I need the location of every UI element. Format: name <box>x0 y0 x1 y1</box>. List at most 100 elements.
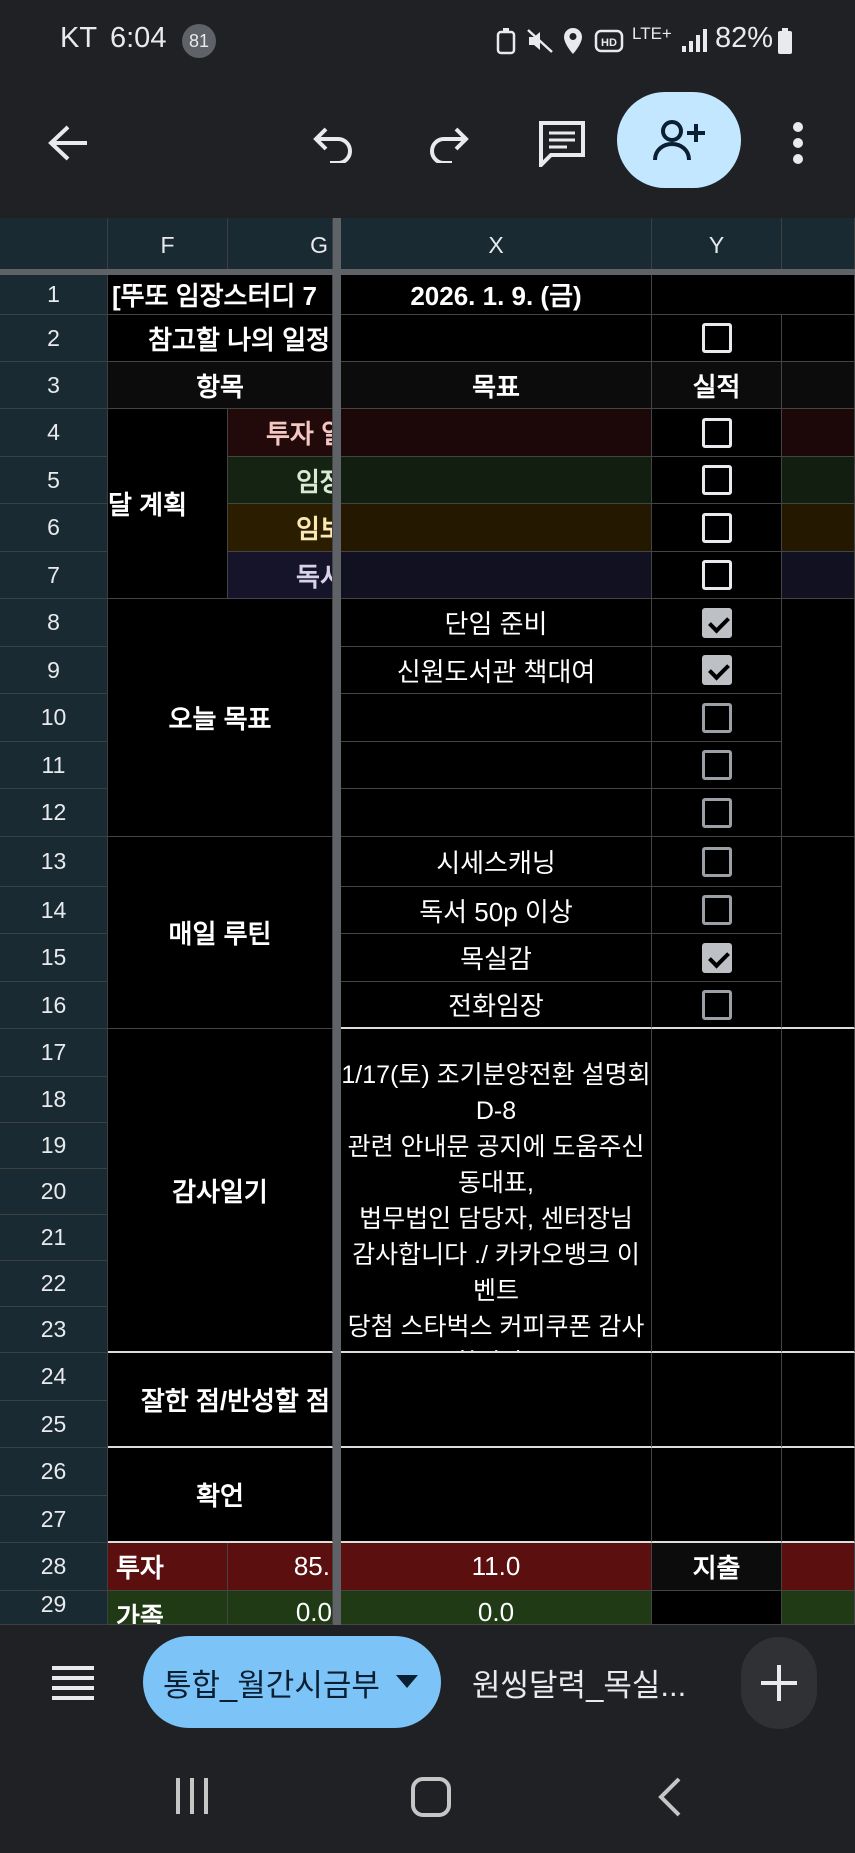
invest-label[interactable]: 투자 <box>108 1543 228 1591</box>
cell[interactable] <box>341 409 652 457</box>
cell[interactable] <box>782 599 855 837</box>
plan-imjang-label[interactable]: 임장 <box>228 457 333 504</box>
row-header[interactable]: 1 <box>0 275 108 315</box>
row-header[interactable]: 12 <box>0 789 108 837</box>
checkbox[interactable] <box>701 323 732 353</box>
checkbox[interactable] <box>701 895 732 925</box>
gratitude-label[interactable]: 감사일기 <box>108 1029 333 1353</box>
select-all-corner[interactable] <box>0 218 108 273</box>
expense-label[interactable]: 지출 <box>652 1543 782 1591</box>
goal-cell[interactable] <box>341 742 652 789</box>
gratitude-journal-text[interactable]: 1/17(토) 조기분양전환 설명회 D-8 관련 안내문 공지에 도움주신 동… <box>341 1029 652 1353</box>
redo-icon[interactable] <box>420 115 476 171</box>
goal-cell[interactable] <box>341 694 652 742</box>
row-header[interactable]: 29 <box>0 1591 108 1625</box>
recent-apps-icon[interactable] <box>172 1776 212 1816</box>
row-header[interactable]: 21 <box>0 1215 108 1261</box>
monthly-plan-label[interactable]: 달 계획 <box>108 409 228 599</box>
checkbox-cell[interactable] <box>652 409 782 457</box>
checkbox-cell[interactable] <box>652 934 782 982</box>
plan-reading-label[interactable]: 독서 <box>228 552 333 599</box>
sheet-tab-active[interactable]: 통합_월간시금부 <box>143 1636 441 1728</box>
item-header[interactable]: 항목 <box>108 362 333 409</box>
goal-cell[interactable]: 단임 준비 <box>341 599 652 647</box>
family-label[interactable]: 가족 <box>108 1591 228 1625</box>
row-header[interactable]: 5 <box>0 457 108 504</box>
row-header[interactable]: 10 <box>0 694 108 742</box>
cell[interactable] <box>782 315 855 362</box>
checkbox-cell[interactable] <box>652 647 782 694</box>
cell[interactable] <box>782 1591 855 1625</box>
routine-cell[interactable]: 전화임장 <box>341 982 652 1029</box>
cell[interactable]: 0.0 <box>341 1591 652 1625</box>
checkbox-checked[interactable] <box>701 942 732 973</box>
row-header[interactable]: 25 <box>0 1401 108 1448</box>
daily-routine-label[interactable]: 매일 루틴 <box>108 837 333 1029</box>
cell[interactable] <box>782 837 855 1029</box>
back-arrow-icon[interactable] <box>40 115 96 171</box>
all-sheets-menu-icon[interactable] <box>50 1662 102 1704</box>
goal-cell[interactable] <box>341 789 652 837</box>
row-header[interactable]: 20 <box>0 1169 108 1215</box>
cell[interactable] <box>341 1353 652 1448</box>
column-header-f[interactable]: F <box>108 218 228 273</box>
cell[interactable] <box>782 552 855 599</box>
checkbox[interactable] <box>701 750 732 780</box>
row-header[interactable]: 9 <box>0 647 108 694</box>
cell[interactable] <box>652 1591 782 1625</box>
cell[interactable] <box>782 1029 855 1353</box>
plan-imbo-label[interactable]: 임보 <box>228 504 333 552</box>
row-header[interactable]: 15 <box>0 934 108 982</box>
row-header[interactable]: 19 <box>0 1123 108 1169</box>
row-header[interactable]: 7 <box>0 552 108 599</box>
checkbox-cell[interactable] <box>652 504 782 552</box>
row-header[interactable]: 2 <box>0 315 108 362</box>
invest-goal-value[interactable]: 11.0 <box>341 1543 652 1591</box>
row-header[interactable]: 22 <box>0 1261 108 1307</box>
row-header[interactable]: 11 <box>0 742 108 789</box>
routine-cell[interactable]: 시세스캐닝 <box>341 837 652 887</box>
today-goals-label[interactable]: 오늘 목표 <box>108 599 333 837</box>
cell[interactable] <box>652 1448 782 1543</box>
checkbox-cell[interactable] <box>652 742 782 789</box>
goal-header[interactable]: 목표 <box>341 362 652 409</box>
row-header[interactable]: 6 <box>0 504 108 552</box>
cell[interactable] <box>782 1543 855 1591</box>
checkbox[interactable] <box>701 846 732 877</box>
plan-invest-label[interactable]: 투자 일 <box>228 409 333 457</box>
cell[interactable] <box>652 275 855 315</box>
checkbox-checked[interactable] <box>701 655 732 685</box>
cell[interactable] <box>782 1353 855 1448</box>
checkbox[interactable] <box>701 465 732 495</box>
undo-icon[interactable] <box>306 115 362 171</box>
checkbox[interactable] <box>701 417 732 448</box>
cell[interactable] <box>782 457 855 504</box>
row-header[interactable]: 4 <box>0 409 108 457</box>
row-header[interactable]: 28 <box>0 1543 108 1591</box>
routine-cell[interactable]: 목실감 <box>341 934 652 982</box>
checkbox-cell[interactable] <box>652 694 782 742</box>
cell[interactable] <box>782 409 855 457</box>
spreadsheet-grid[interactable]: F G X Y 1 2 3 4 5 6 7 8 9 10 11 12 13 14… <box>0 218 855 1625</box>
checkbox-cell[interactable] <box>652 789 782 837</box>
date-cell[interactable]: 2026. 1. 9. (금) <box>341 275 652 315</box>
checkbox-cell[interactable] <box>652 982 782 1029</box>
frozen-row-divider[interactable] <box>0 269 855 275</box>
checkbox-cell[interactable] <box>652 599 782 647</box>
row-header[interactable]: 27 <box>0 1496 108 1543</box>
cell[interactable] <box>341 552 652 599</box>
cell[interactable] <box>341 1448 652 1543</box>
checkbox[interactable] <box>701 989 732 1020</box>
column-header-z[interactable] <box>782 218 855 273</box>
row-header[interactable]: 18 <box>0 1077 108 1123</box>
checkbox[interactable] <box>701 512 732 543</box>
cell[interactable] <box>341 315 652 362</box>
goal-cell[interactable]: 신원도서관 책대여 <box>341 647 652 694</box>
cell[interactable] <box>782 362 855 409</box>
cell[interactable] <box>782 504 855 552</box>
row-header[interactable]: 13 <box>0 837 108 887</box>
column-header-x[interactable]: X <box>341 218 652 273</box>
cell[interactable] <box>341 457 652 504</box>
row-header[interactable]: 23 <box>0 1307 108 1353</box>
comment-icon[interactable] <box>532 115 592 171</box>
